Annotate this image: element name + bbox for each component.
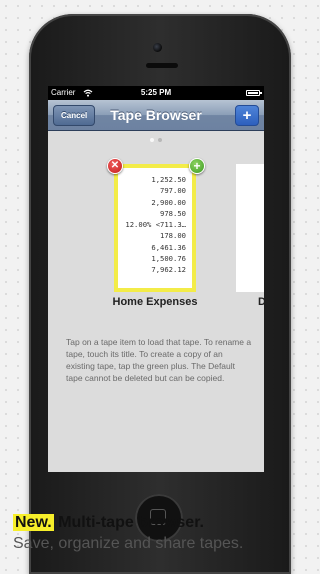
tape-line: 12.00% <711.3… (125, 220, 186, 230)
tape-line: 7,962.12 (151, 265, 186, 275)
page-indicator[interactable] (48, 138, 264, 142)
page-dot (150, 138, 154, 142)
copy-tape-plus-icon[interactable]: + (189, 158, 205, 174)
status-bar: Carrier 5:25 PM (48, 86, 264, 100)
promo-headline: New. Multi-tape browser. (13, 514, 243, 532)
navigation-bar: Cancel Tape Browser + (48, 100, 264, 131)
next-tape-title[interactable]: D (258, 296, 264, 308)
battery-icon (246, 90, 262, 96)
help-text: Tap on a tape item to load that tape. To… (66, 337, 252, 383)
add-tape-button[interactable]: + (235, 105, 259, 126)
tape-line: 178.00 (160, 231, 186, 241)
next-tape-thumbnail[interactable] (236, 164, 264, 292)
tape-line: 1,500.76 (151, 254, 186, 264)
app-screen: Carrier 5:25 PM Cancel Tape Browser + 1,… (48, 86, 264, 472)
status-time: 5:25 PM (140, 88, 172, 97)
tape-line: 1,252.50 (151, 175, 186, 184)
new-highlight: New. (13, 514, 54, 531)
promo-subline: Save, organize and share tapes. (13, 535, 244, 552)
page-dot (158, 138, 162, 142)
nav-title: Tape Browser (110, 107, 202, 123)
speaker-grille (146, 63, 178, 68)
promo-headline-text: Multi-tape browser. (53, 514, 204, 531)
tape-line: 797.00 (160, 186, 186, 196)
tape-title[interactable]: Home Expenses (88, 296, 222, 308)
tape-line: 6,461.36 (151, 242, 186, 252)
promo-caption: New. Multi-tape browser. Save, organize … (13, 514, 243, 553)
tape-line: 978.50 (160, 208, 186, 218)
tape-lines: 1,252.50 797.00 2,900.00 978.50 12.00% <… (125, 174, 186, 276)
delete-tape-icon[interactable]: ✕ (107, 158, 123, 174)
camera-icon (153, 43, 162, 52)
tape-line: 2,900.00 (151, 197, 186, 207)
tape-thumbnail[interactable]: 1,252.50 797.00 2,900.00 978.50 12.00% <… (114, 164, 196, 292)
